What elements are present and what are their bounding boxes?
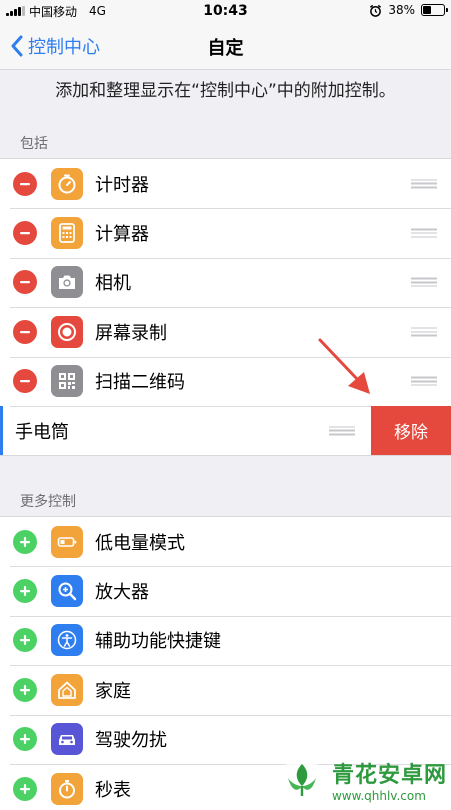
magnifier-icon: [51, 575, 83, 608]
list-item-label: 屏幕录制: [95, 322, 167, 344]
list-item: 辅助功能快捷键: [0, 615, 451, 665]
watermark-url: www.qhhlv.com: [331, 789, 426, 803]
plus-icon: [20, 536, 30, 547]
add-button[interactable]: [13, 579, 37, 604]
list-item-label: 驾驶勿扰: [95, 730, 167, 752]
list-item-label: 手电筒: [15, 421, 69, 443]
list-item: 低电量模式: [0, 517, 451, 566]
battery-icon: [421, 4, 448, 16]
selection-indicator: [0, 405, 3, 456]
section-header-included: 包括: [20, 136, 48, 152]
description-text: 添加和整理显示在“控制中心”中的附加控制。: [55, 81, 396, 101]
reorder-handle[interactable]: [411, 327, 437, 337]
minus-icon: [20, 330, 30, 334]
list-item-label: 相机: [95, 273, 131, 295]
add-button[interactable]: [13, 628, 37, 653]
back-button[interactable]: 控制中心: [10, 33, 100, 59]
section-header-more: 更多控制: [20, 494, 76, 510]
add-button[interactable]: [13, 529, 37, 554]
reorder-handle[interactable]: [411, 179, 437, 189]
stopwatch-icon: [51, 772, 83, 805]
chevron-left-icon: [11, 35, 23, 57]
list-item-label: 放大器: [95, 582, 149, 604]
plus-icon: [20, 684, 30, 695]
list-item-label: 计算器: [95, 224, 149, 246]
qr-code-icon: [51, 365, 83, 398]
minus-icon: [20, 281, 30, 284]
carrier-label: 中国移动: [29, 4, 78, 19]
minus-icon: [20, 182, 30, 185]
remove-action-button[interactable]: 移除: [371, 405, 451, 456]
status-bar: 中国移动 4G 10:43 38%: [0, 0, 451, 22]
reorder-handle[interactable]: [329, 426, 355, 436]
list-item: 扫描二维码: [0, 356, 451, 406]
list-item: 计时器: [0, 159, 451, 208]
watermark-logo-icon: [279, 758, 324, 802]
list-item: 相机: [0, 257, 451, 307]
watermark: 青花安卓网 www.qhhlv.com: [278, 756, 447, 804]
remove-button[interactable]: [13, 171, 37, 196]
list-item-label: 低电量模式: [95, 532, 185, 554]
reorder-handle[interactable]: [411, 277, 437, 287]
camera-icon: [51, 266, 83, 299]
add-button[interactable]: [13, 776, 37, 801]
navigation-bar: 控制中心 自定: [0, 22, 451, 70]
calculator-icon: [51, 217, 83, 250]
list-item-label: 计时器: [95, 174, 149, 196]
plus-icon: [20, 734, 30, 745]
list-item: 计算器: [0, 208, 451, 257]
alarm-icon: [370, 4, 382, 17]
minus-icon: [20, 380, 30, 383]
back-button-label: 控制中心: [28, 37, 100, 58]
screen-record-icon: [51, 315, 83, 348]
plus-icon: [20, 586, 30, 597]
timer-icon: [51, 167, 83, 200]
remove-button[interactable]: [13, 270, 37, 295]
network-type: 4G: [89, 4, 106, 18]
list-item: 家庭: [0, 665, 451, 714]
remove-button[interactable]: [13, 221, 37, 246]
battery-percent: 38%: [388, 3, 415, 17]
included-controls-list: 计时器 计算器 相机 屏幕录制 扫描二维码 手电筒 移除: [0, 158, 451, 457]
plus-icon: [20, 783, 30, 794]
reorder-handle[interactable]: [411, 228, 437, 238]
remove-button[interactable]: [13, 369, 37, 394]
list-item: 屏幕录制: [0, 307, 451, 356]
minus-icon: [20, 232, 30, 235]
reorder-handle[interactable]: [411, 376, 437, 386]
watermark-title: 青花安卓网: [331, 763, 447, 788]
swiped-list-item[interactable]: 手电筒 移除: [0, 405, 451, 456]
add-button[interactable]: [13, 677, 37, 702]
list-item-label: 秒表: [95, 779, 131, 801]
accessibility-icon: [51, 624, 83, 657]
home-icon: [51, 673, 83, 706]
signal-icon: [6, 6, 25, 16]
list-item-label: 家庭: [95, 680, 131, 702]
remove-button[interactable]: [13, 319, 37, 344]
plus-icon: [20, 635, 30, 646]
list-item: 放大器: [0, 566, 451, 615]
battery-fill: [423, 6, 431, 14]
low-power-icon: [51, 525, 83, 558]
add-button[interactable]: [13, 727, 37, 752]
car-icon: [51, 723, 83, 756]
list-item-label: 辅助功能快捷键: [95, 631, 221, 653]
list-item-label: 扫描二维码: [95, 372, 185, 394]
